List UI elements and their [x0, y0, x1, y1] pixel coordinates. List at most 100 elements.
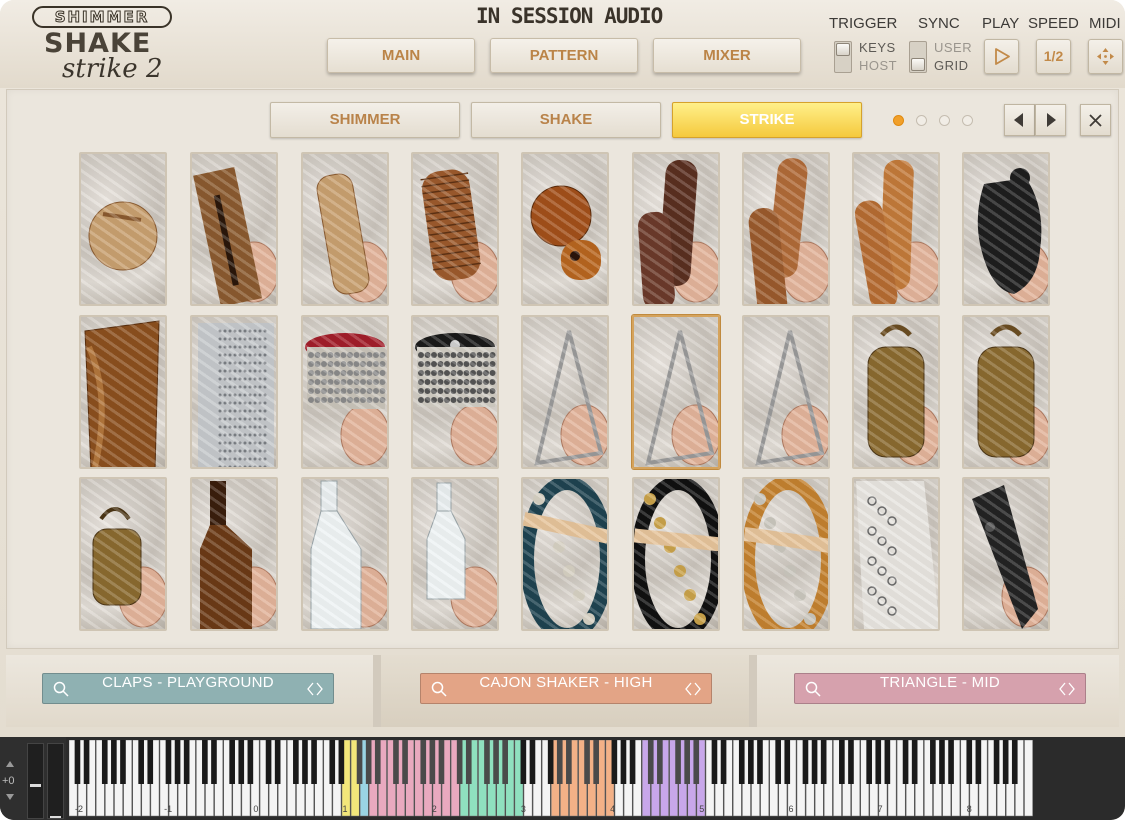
- black-key[interactable]: [174, 740, 181, 784]
- black-key[interactable]: [211, 740, 217, 784]
- instrument-tile-cabasa-black[interactable]: [411, 315, 499, 469]
- instrument-tile-cabasa-red[interactable]: [301, 315, 389, 469]
- instrument-tile-tambourine-black[interactable]: [632, 477, 720, 631]
- instrument-tile-triangle[interactable]: [632, 315, 720, 469]
- black-key[interactable]: [429, 740, 436, 784]
- black-key[interactable]: [1002, 740, 1009, 784]
- black-key[interactable]: [74, 740, 81, 784]
- black-key[interactable]: [693, 740, 700, 784]
- close-button[interactable]: [1080, 104, 1111, 136]
- pitch-wheel[interactable]: [27, 743, 44, 819]
- black-key[interactable]: [675, 740, 681, 784]
- black-key[interactable]: [274, 740, 281, 784]
- black-key[interactable]: [975, 740, 982, 784]
- slot-3-selector[interactable]: TRIANGLE - MID: [794, 673, 1086, 704]
- black-key[interactable]: [866, 740, 872, 784]
- instrument-tile-woodblock-round[interactable]: [79, 152, 167, 306]
- black-key[interactable]: [775, 740, 781, 784]
- instrument-tile-wood-tube[interactable]: [301, 152, 389, 306]
- black-key[interactable]: [848, 740, 854, 784]
- black-key[interactable]: [811, 740, 818, 784]
- instrument-tile-triangle[interactable]: [742, 315, 830, 469]
- page-dot[interactable]: [962, 115, 973, 126]
- black-key[interactable]: [584, 740, 590, 784]
- black-key[interactable]: [748, 740, 754, 784]
- black-key[interactable]: [438, 740, 445, 784]
- black-key[interactable]: [911, 740, 918, 784]
- black-key[interactable]: [529, 740, 536, 784]
- black-key[interactable]: [684, 740, 690, 784]
- instrument-tile-wood-sticks[interactable]: [742, 152, 830, 306]
- left-right-arrows-icon[interactable]: [1057, 680, 1077, 698]
- instrument-tile-frame-shaker[interactable]: [79, 315, 167, 469]
- tab-shimmer[interactable]: SHIMMER: [270, 102, 460, 138]
- instrument-tile-cowbell[interactable]: [852, 315, 940, 469]
- main-button[interactable]: MAIN: [327, 38, 475, 73]
- instrument-tile-clacker[interactable]: [962, 477, 1050, 631]
- black-key[interactable]: [165, 740, 172, 784]
- black-key[interactable]: [493, 740, 499, 784]
- instrument-tile-cowbell[interactable]: [962, 315, 1050, 469]
- black-key[interactable]: [338, 740, 345, 784]
- black-key[interactable]: [884, 740, 891, 784]
- black-key[interactable]: [147, 740, 154, 784]
- black-key[interactable]: [1011, 740, 1018, 784]
- black-key[interactable]: [802, 740, 809, 784]
- next-page-button[interactable]: [1035, 104, 1066, 136]
- black-key[interactable]: [948, 740, 954, 784]
- black-key[interactable]: [930, 740, 936, 784]
- black-key[interactable]: [202, 740, 208, 784]
- black-key[interactable]: [465, 740, 472, 784]
- instrument-tile-triangle[interactable]: [521, 315, 609, 469]
- instrument-tile-slit-woodblock[interactable]: [190, 152, 278, 306]
- instrument-tile-bottle-clear[interactable]: [301, 477, 389, 631]
- black-key[interactable]: [839, 740, 845, 784]
- black-key[interactable]: [365, 740, 372, 784]
- transpose-value[interactable]: +0: [2, 775, 15, 787]
- instrument-tile-wood-ball-shaker[interactable]: [521, 152, 609, 306]
- black-key[interactable]: [393, 740, 399, 784]
- instrument-tile-metal-guiro[interactable]: [190, 315, 278, 469]
- midi-drag-button[interactable]: [1088, 39, 1123, 74]
- black-key[interactable]: [939, 740, 945, 784]
- sync-toggle[interactable]: [909, 41, 927, 73]
- black-key[interactable]: [302, 740, 308, 784]
- black-key[interactable]: [902, 740, 909, 784]
- black-key[interactable]: [329, 740, 336, 784]
- black-key[interactable]: [247, 740, 254, 784]
- black-key[interactable]: [229, 740, 235, 784]
- mixer-button[interactable]: MIXER: [653, 38, 801, 73]
- transpose-down-icon[interactable]: [6, 794, 14, 800]
- instrument-tile-castanets[interactable]: [962, 152, 1050, 306]
- instrument-tile-bottle-brown[interactable]: [190, 477, 278, 631]
- black-key[interactable]: [101, 740, 108, 784]
- transpose-up-icon[interactable]: [6, 761, 14, 767]
- sync-option-grid[interactable]: GRID: [934, 58, 969, 73]
- trigger-option-host[interactable]: HOST: [859, 58, 897, 73]
- black-key[interactable]: [629, 740, 636, 784]
- black-key[interactable]: [566, 740, 572, 784]
- black-key[interactable]: [484, 740, 490, 784]
- left-right-arrows-icon[interactable]: [305, 680, 325, 698]
- black-key[interactable]: [738, 740, 745, 784]
- black-key[interactable]: [356, 740, 363, 784]
- page-dot[interactable]: [939, 115, 950, 126]
- black-key[interactable]: [875, 740, 882, 784]
- black-key[interactable]: [120, 740, 126, 784]
- black-key[interactable]: [820, 740, 827, 784]
- instrument-tile-chain-rattle[interactable]: [852, 477, 940, 631]
- black-key[interactable]: [647, 740, 654, 784]
- black-key[interactable]: [993, 740, 1000, 784]
- page-dot[interactable]: [893, 115, 904, 126]
- mod-wheel[interactable]: [47, 743, 64, 819]
- black-key[interactable]: [657, 740, 663, 784]
- black-key[interactable]: [374, 740, 381, 784]
- instrument-tile-claves[interactable]: [852, 152, 940, 306]
- instrument-tile-bottle-small[interactable]: [411, 477, 499, 631]
- black-key[interactable]: [593, 740, 599, 784]
- instrument-tile-tambourine-blue[interactable]: [521, 477, 609, 631]
- prev-page-button[interactable]: [1004, 104, 1035, 136]
- trigger-option-keys[interactable]: KEYS: [859, 40, 896, 55]
- slot-1-selector[interactable]: CLAPS - PLAYGROUND: [42, 673, 334, 704]
- left-right-arrows-icon[interactable]: [683, 680, 703, 698]
